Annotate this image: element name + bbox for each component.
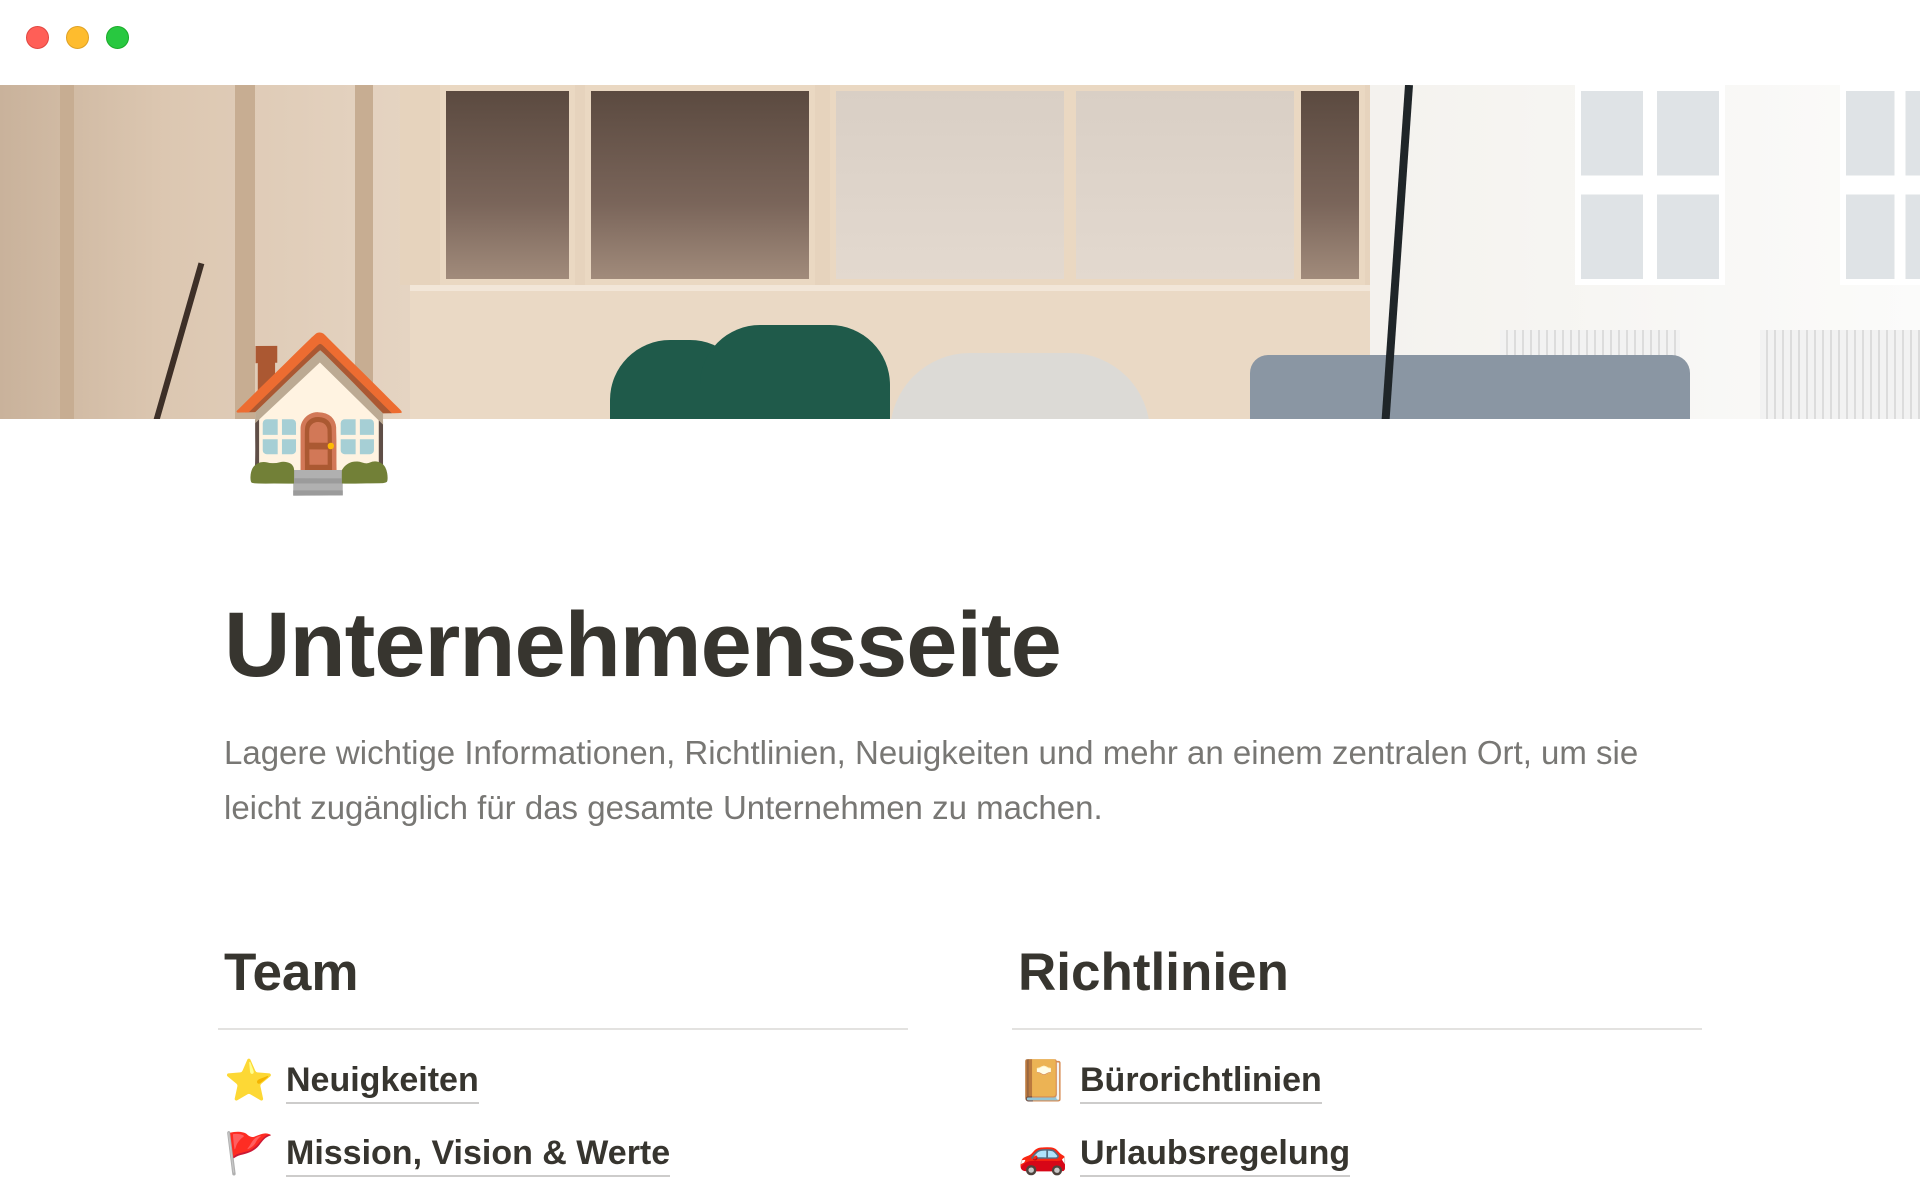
page-link-buerorichtlinien[interactable]: 📔 Bürorichtlinien: [1012, 1044, 1702, 1117]
cover-chair: [700, 325, 890, 419]
page-link-label[interactable]: Neuigkeiten: [286, 1058, 479, 1104]
zoom-window-button[interactable]: [106, 26, 129, 49]
page-title[interactable]: Unternehmensseite: [224, 585, 1704, 705]
team-heading[interactable]: Team: [218, 928, 908, 1018]
page-header: Unternehmensseite Lagere wichtige Inform…: [224, 585, 1704, 835]
star-icon: ⭐: [224, 1058, 274, 1103]
divider: [218, 1028, 908, 1030]
cover-window-pane: [1070, 85, 1300, 285]
house-icon[interactable]: 🏠: [226, 323, 413, 499]
richtlinien-link-list: 📔 Bürorichtlinien 🚗 Urlaubsregelung: [1012, 1044, 1702, 1190]
cover-window-pane: [585, 85, 815, 285]
divider: [1012, 1028, 1702, 1030]
page-link-label[interactable]: Urlaubsregelung: [1080, 1131, 1351, 1177]
page-link-label[interactable]: Mission, Vision & Werte: [286, 1131, 671, 1177]
richtlinien-column: Richtlinien 📔 Bürorichtlinien 🚗 Urlaubsr…: [1012, 928, 1702, 1190]
close-window-button[interactable]: [26, 26, 49, 49]
team-link-list: ⭐ Neuigkeiten 🚩 Mission, Vision & Werte: [218, 1044, 908, 1190]
cover-window-pane: [440, 85, 575, 285]
team-column: Team ⭐ Neuigkeiten 🚩 Mission, Vision & W…: [218, 928, 908, 1190]
cover-window-pane: [1295, 85, 1365, 285]
page-link-urlaubsregelung[interactable]: 🚗 Urlaubsregelung: [1012, 1117, 1702, 1190]
cover-window-pane: [830, 85, 1070, 285]
page-link-label[interactable]: Bürorichtlinien: [1080, 1058, 1322, 1104]
cover-counter: [410, 285, 1370, 419]
notebook-icon: 📔: [1018, 1058, 1068, 1103]
title-bar: [0, 0, 1920, 85]
app-window: 🏠 Unternehmensseite Lagere wichtige Info…: [0, 0, 1920, 1200]
cover-window: [1575, 85, 1725, 285]
car-icon: 🚗: [1018, 1131, 1068, 1176]
page-link-neuigkeiten[interactable]: ⭐ Neuigkeiten: [218, 1044, 908, 1117]
column-layout: Team ⭐ Neuigkeiten 🚩 Mission, Vision & W…: [218, 928, 1702, 1200]
flag-icon: 🚩: [224, 1131, 274, 1176]
cover-window: [1840, 85, 1920, 285]
page-description[interactable]: Lagere wichtige Informationen, Richtlini…: [224, 725, 1704, 835]
cover-radiator: [1760, 330, 1920, 419]
cover-pillar: [60, 85, 74, 419]
richtlinien-heading[interactable]: Richtlinien: [1012, 928, 1702, 1018]
page-link-mission[interactable]: 🚩 Mission, Vision & Werte: [218, 1117, 908, 1190]
cover-sofa: [1250, 355, 1690, 419]
minimize-window-button[interactable]: [66, 26, 89, 49]
